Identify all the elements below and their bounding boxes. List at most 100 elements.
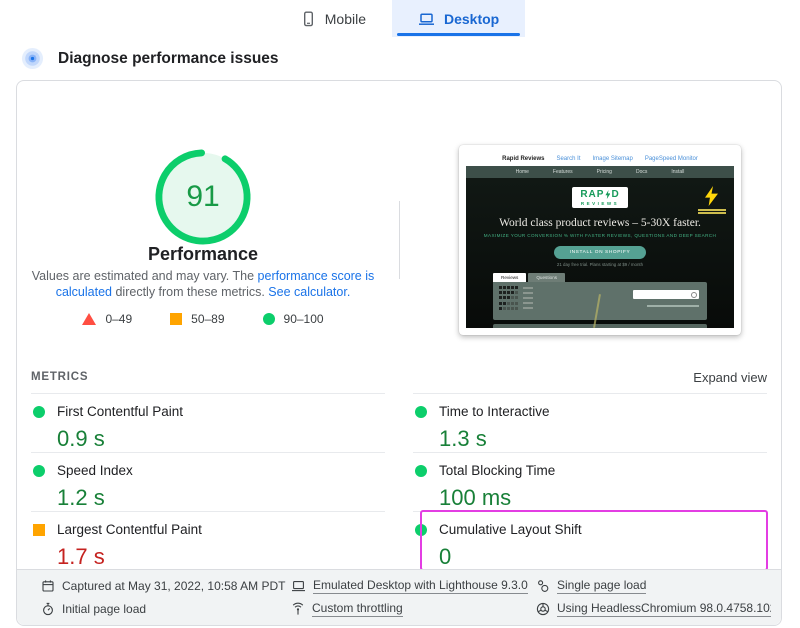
chromium-icon: [536, 602, 550, 616]
site-toplink-2: Image Sitemap: [592, 156, 632, 162]
metric-value: 1.2 s: [57, 485, 385, 511]
review-search-box: [633, 290, 699, 299]
initial-page-load-label: Initial page load: [62, 602, 146, 616]
desc-text-1: Values are estimated and may vary. The: [32, 269, 258, 283]
legend-average-label: 50–89: [191, 312, 224, 326]
single-page-load-label[interactable]: Single page load: [557, 578, 646, 594]
metric-speed-index: Speed Index 1.2 s: [31, 452, 385, 511]
reviews-tab: Reviews: [493, 273, 526, 282]
metrics-section-label: METRICS: [31, 371, 88, 383]
average-square-icon: [170, 313, 182, 325]
site-brand: Rapid Reviews: [502, 156, 544, 162]
captured-at-label: Captured at May 31, 2022, 10:58 AM PDT: [62, 579, 285, 593]
legend-good: 90–100: [263, 312, 324, 326]
screenshot-site: Rapid Reviews Search It Image Sitemap Pa…: [466, 152, 734, 328]
site-nav-home: Home: [516, 169, 529, 175]
performance-score-gauge[interactable]: 91: [154, 148, 252, 246]
site-headline: World class product reviews – 5-30X fast…: [466, 217, 734, 229]
review-widget-tabs: Reviews Questions: [493, 273, 734, 282]
score-description: Values are estimated and may vary. The p…: [28, 268, 378, 300]
good-circle-icon: [415, 524, 427, 536]
initial-page-load: Initial page load: [41, 602, 291, 616]
report-footer: Captured at May 31, 2022, 10:58 AM PDT E…: [17, 569, 781, 625]
captured-at: Captured at May 31, 2022, 10:58 AM PDT: [41, 579, 291, 593]
metric-time-to-interactive: Time to Interactive 1.3 s: [413, 393, 767, 452]
tab-desktop-label: Desktop: [444, 11, 499, 27]
tab-mobile-label: Mobile: [325, 11, 366, 27]
performance-score-value: 91: [154, 148, 252, 246]
chromium-version-label[interactable]: Using HeadlessChromium 98.0.4758.102 wit…: [557, 601, 771, 617]
metric-name: Largest Contentful Paint: [57, 522, 202, 537]
emulated-device-label[interactable]: Emulated Desktop with Lighthouse 9.3.0: [313, 578, 528, 594]
tab-desktop[interactable]: Desktop: [392, 0, 525, 37]
metric-name: First Contentful Paint: [57, 404, 183, 419]
metric-name: Cumulative Layout Shift: [439, 522, 582, 537]
legend-average: 50–89: [170, 312, 224, 326]
mobile-phone-icon: [301, 11, 316, 27]
calendar-icon: [41, 579, 55, 593]
metric-total-blocking-time: Total Blocking Time 100 ms: [413, 452, 767, 511]
logo-text-b: D: [611, 189, 619, 200]
good-circle-icon: [415, 406, 427, 418]
logo-text-a: RAP: [580, 189, 604, 200]
site-topbar: Rapid Reviews Search It Image Sitemap Pa…: [466, 152, 734, 166]
site-hero: RAP D REVIEWS World class product review…: [466, 178, 734, 328]
stopwatch-icon: [41, 602, 55, 616]
logo-bolt-icon: [605, 190, 610, 199]
average-square-icon: [33, 524, 45, 536]
legend-good-label: 90–100: [284, 312, 324, 326]
site-cta-button: INSTALL ON SHOPIFY: [554, 246, 646, 259]
metric-value: 1.3 s: [439, 426, 767, 452]
review-widget-panel: [493, 282, 707, 320]
logo-subtext: REVIEWS: [580, 201, 619, 206]
page-load-icon: [536, 579, 550, 593]
page-title: Diagnose performance issues: [58, 50, 279, 68]
performance-gauge-icon: [21, 47, 44, 70]
site-subline: MAXIMIZE YOUR CONVERSION % WITH FASTER R…: [466, 233, 734, 238]
legend-fail: 0–49: [82, 312, 132, 326]
performance-label: Performance: [17, 244, 389, 265]
metric-name: Total Blocking Time: [439, 463, 555, 478]
site-nav-docs: Docs: [636, 169, 647, 175]
desktop-laptop-icon: [418, 11, 435, 27]
site-toplink-3: PageSpeed Monitor: [645, 156, 698, 162]
rating-bar-row: [499, 307, 701, 310]
rating-bar-row: [499, 286, 701, 289]
metric-largest-contentful-paint: Largest Contentful Paint 1.7 s: [31, 511, 385, 576]
site-nav-features: Features: [553, 169, 573, 175]
desc-text-2: directly from these metrics.: [112, 285, 268, 299]
fail-triangle-icon: [82, 313, 96, 325]
single-page-load: Single page load: [536, 578, 771, 594]
tab-mobile[interactable]: Mobile: [275, 0, 392, 37]
custom-throttling-label[interactable]: Custom throttling: [312, 601, 403, 617]
site-nav-install: Install: [671, 169, 684, 175]
performance-report-card: 91 Performance Values are estimated and …: [16, 80, 782, 626]
metrics-header: METRICS Expand view: [17, 367, 781, 387]
questions-tab: Questions: [528, 273, 565, 282]
see-calculator-link[interactable]: See calculator.: [268, 285, 350, 299]
metric-first-contentful-paint: First Contentful Paint 0.9 s: [31, 393, 385, 452]
score-section: 91 Performance Values are estimated and …: [17, 81, 781, 367]
laptop-icon: [291, 579, 306, 593]
emulated-device: Emulated Desktop with Lighthouse 9.3.0: [291, 578, 536, 594]
metrics-grid: First Contentful Paint 0.9 s Time to Int…: [17, 393, 781, 576]
metric-value: 0: [439, 544, 767, 570]
page-screenshot-thumbnail: Rapid Reviews Search It Image Sitemap Pa…: [459, 145, 741, 335]
lightning-bolt-icon: [705, 186, 718, 206]
metric-cumulative-layout-shift: Cumulative Layout Shift 0: [413, 511, 767, 576]
good-circle-icon: [415, 465, 427, 477]
site-trial-text: 21 day free trial. Plans starting at $9 …: [466, 262, 734, 267]
expand-view-link[interactable]: Expand view: [693, 370, 767, 385]
site-nav-pricing: Pricing: [597, 169, 612, 175]
metric-name: Time to Interactive: [439, 404, 550, 419]
custom-throttling: Custom throttling: [291, 601, 536, 617]
device-tabs: Mobile Desktop: [0, 0, 800, 37]
bolt-note: [698, 209, 726, 215]
metric-name: Speed Index: [57, 463, 133, 478]
site-toplink-1: Search It: [556, 156, 580, 162]
review-widget-strip: [493, 324, 707, 328]
score-legend: 0–49 50–89 90–100: [17, 312, 389, 326]
good-circle-icon: [33, 406, 45, 418]
good-circle-icon: [263, 313, 275, 325]
score-column: 91 Performance Values are estimated and …: [17, 81, 389, 367]
